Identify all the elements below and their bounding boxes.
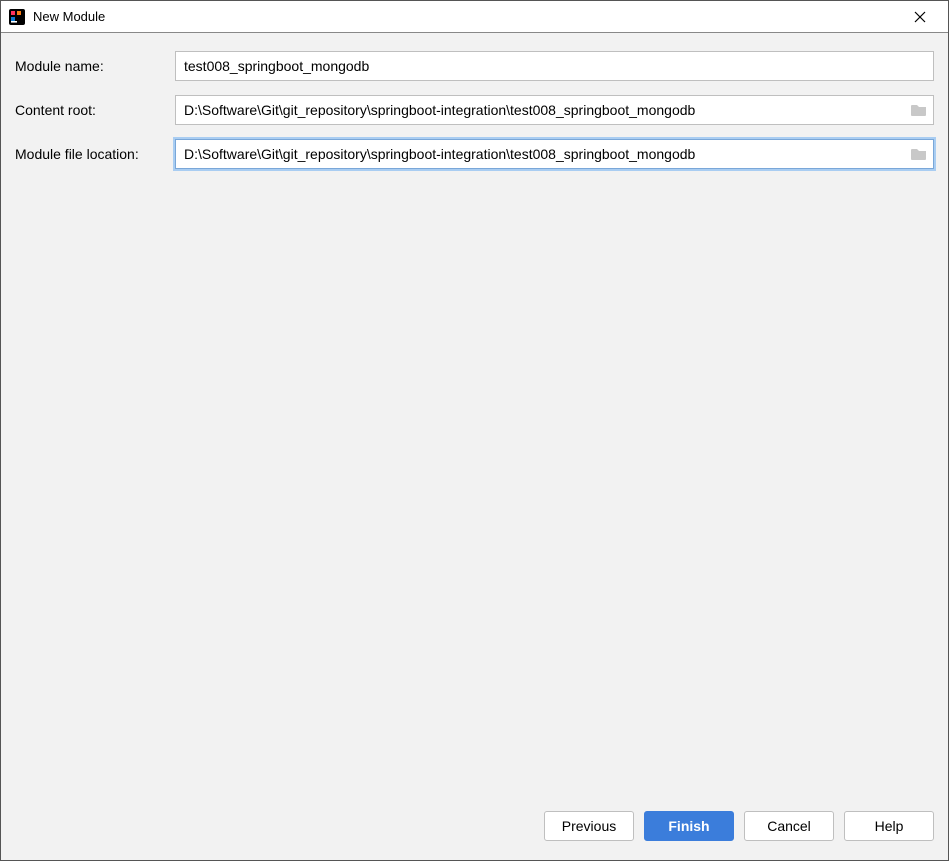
new-module-dialog: New Module Module name: Content root: — [0, 0, 949, 861]
row-content-root: Content root: — [15, 95, 934, 125]
input-module-name[interactable] — [175, 51, 934, 81]
previous-button[interactable]: Previous — [544, 811, 634, 841]
intellij-icon — [9, 9, 25, 25]
help-button[interactable]: Help — [844, 811, 934, 841]
titlebar: New Module — [1, 1, 948, 33]
input-module-file-location[interactable] — [175, 139, 934, 169]
button-bar: Previous Finish Cancel Help — [1, 802, 948, 860]
browse-module-file-location-button[interactable] — [905, 140, 933, 168]
row-module-file-location: Module file location: — [15, 139, 934, 169]
input-content-root[interactable] — [175, 95, 934, 125]
form-area: Module name: Content root: Module file l… — [1, 33, 948, 802]
label-content-root: Content root: — [15, 102, 175, 118]
close-button[interactable] — [900, 1, 940, 32]
close-icon — [914, 11, 926, 23]
label-module-name: Module name: — [15, 58, 175, 74]
cancel-button[interactable]: Cancel — [744, 811, 834, 841]
row-module-name: Module name: — [15, 51, 934, 81]
folder-icon — [911, 103, 927, 117]
folder-icon — [911, 147, 927, 161]
finish-button[interactable]: Finish — [644, 811, 734, 841]
label-module-file-location: Module file location: — [15, 146, 175, 162]
dialog-title: New Module — [33, 9, 900, 24]
browse-content-root-button[interactable] — [905, 96, 933, 124]
